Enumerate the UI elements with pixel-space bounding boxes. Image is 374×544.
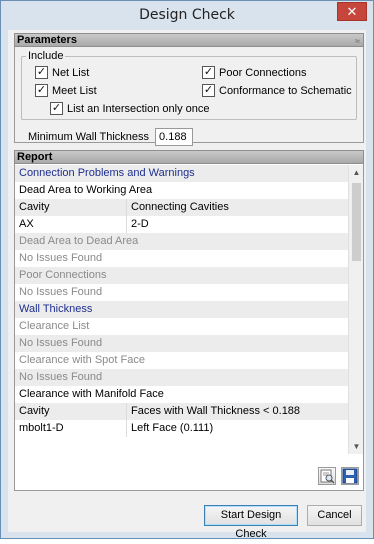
report-subsection: Poor Connections [15,267,349,284]
poor-connections-checkbox[interactable]: ✓ [202,66,215,79]
report-scrollbar[interactable]: ▲ ▼ [348,165,363,454]
meet-list-option[interactable]: ✓ Meet List [35,84,97,97]
table-header-connecting: Connecting Cavities [131,201,229,213]
meet-list-label: Meet List [52,84,97,97]
net-list-checkbox[interactable]: ✓ [35,66,48,79]
report-panel: Report Connection Problems and Warnings … [14,150,364,491]
table-cell-connecting: 2-D [131,218,149,230]
parameters-title: Parameters [17,34,77,46]
title-bar: Design Check ✕ [1,1,373,31]
net-list-option[interactable]: ✓ Net List [35,66,89,79]
table-row: AX 2-D [15,216,349,233]
table-cell-cavity: mbolt1-D [15,420,127,437]
meet-list-checkbox[interactable]: ✓ [35,84,48,97]
report-subsection: Clearance with Manifold Face [15,386,349,403]
table-header-cavity: Cavity [15,403,127,420]
dialog-body: Parameters ≈ Include ✓ Net List ✓ Poor C… [8,30,366,540]
report-status: No Issues Found [15,335,349,352]
cancel-button[interactable]: Cancel [307,505,362,526]
scroll-thumb[interactable] [352,183,361,261]
save-icon [342,468,358,484]
report-section: Connection Problems and Warnings [15,165,349,182]
window-title: Design Check [139,7,235,23]
parameters-panel: Parameters ≈ Include ✓ Net List ✓ Poor C… [14,33,364,146]
report-header: Report [14,150,364,164]
include-group: Include ✓ Net List ✓ Poor Connections ✓ … [21,50,357,120]
min-wall-thickness-label: Minimum Wall Thickness [28,131,150,143]
intersection-once-label: List an Intersection only once [67,102,210,115]
poor-connections-option[interactable]: ✓ Poor Connections [202,66,306,79]
close-button[interactable]: ✕ [337,2,367,21]
report-subsection: Dead Area to Working Area [15,182,349,199]
conformance-checkbox[interactable]: ✓ [202,84,215,97]
scroll-up-arrow-icon[interactable]: ▲ [349,165,364,180]
table-row: mbolt1-D Left Face (0.111) [15,420,349,437]
table-header-cavity: Cavity [15,199,127,216]
scroll-down-arrow-icon[interactable]: ▼ [349,439,364,454]
min-wall-thickness-row: Minimum Wall Thickness [28,128,194,146]
design-check-window: Design Check ✕ Parameters ≈ Include ✓ Ne… [0,0,374,540]
report-list[interactable]: Connection Problems and Warnings Dead Ar… [15,165,349,454]
intersection-once-option[interactable]: ✓ List an Intersection only once [50,102,209,115]
start-design-check-button[interactable]: Start Design Check [204,505,298,540]
parameters-header[interactable]: Parameters ≈ [14,33,364,47]
conformance-label: Conformance to Schematic [219,84,352,97]
net-list-label: Net List [52,66,90,79]
report-status: No Issues Found [15,284,349,301]
min-wall-thickness-input[interactable] [155,128,194,146]
table-cell-faces: Left Face (0.111) [131,422,214,434]
report-status: No Issues Found [15,369,349,386]
poor-connections-label: Poor Connections [219,66,307,79]
report-status: No Issues Found [15,250,349,267]
save-button[interactable] [341,467,359,485]
collapse-icon[interactable]: ≈ [355,35,360,47]
print-preview-button[interactable] [318,467,336,485]
table-header-faces: Faces with Wall Thickness < 0.188 [131,405,301,417]
conformance-option[interactable]: ✓ Conformance to Schematic [202,84,352,97]
print-preview-icon [320,469,335,484]
table-header-row: Cavity Faces with Wall Thickness < 0.188 [15,403,349,420]
intersection-once-checkbox[interactable]: ✓ [50,102,63,115]
table-cell-cavity: AX [15,216,127,233]
include-label: Include [26,50,66,62]
report-subsection: Clearance List [15,318,349,335]
report-subsection: Clearance with Spot Face [15,352,349,369]
table-header-row: Cavity Connecting Cavities [15,199,349,216]
report-section: Wall Thickness [15,301,349,318]
report-title: Report [17,151,53,163]
report-subsection: Dead Area to Dead Area [15,233,349,250]
